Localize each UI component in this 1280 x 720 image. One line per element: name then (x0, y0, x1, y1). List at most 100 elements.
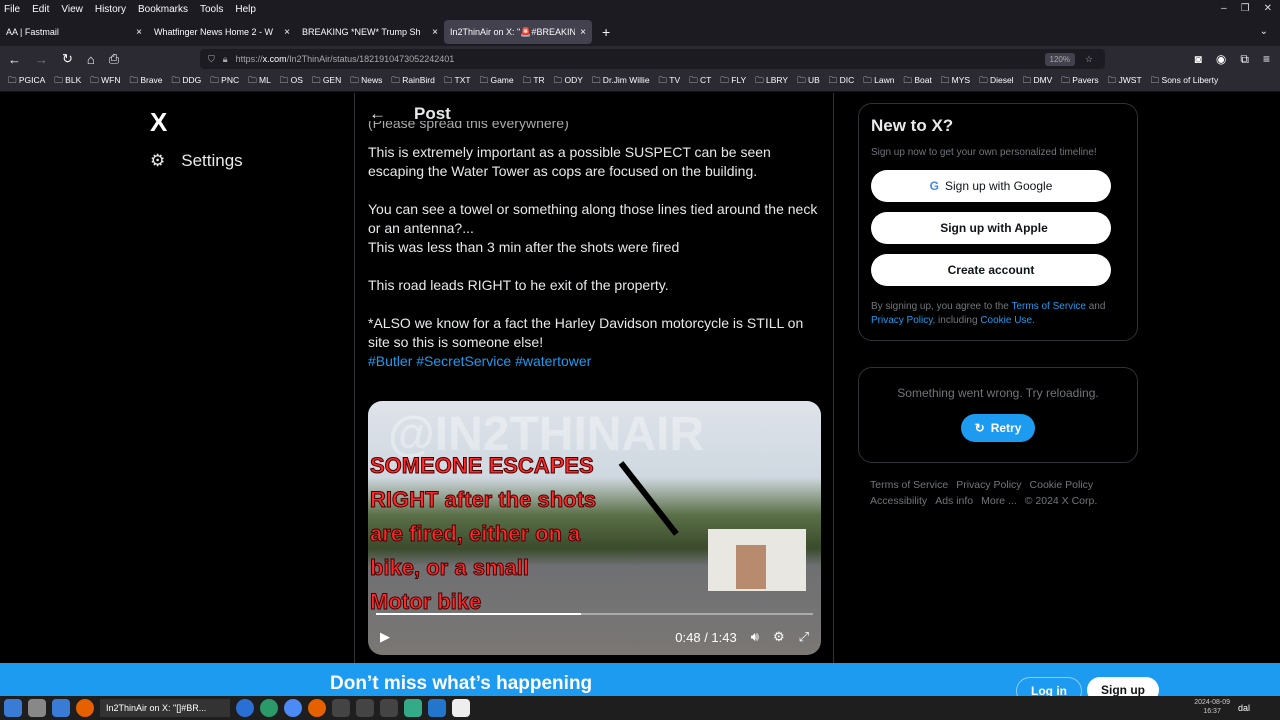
pocket-icon[interactable]: ◙ (1195, 52, 1202, 67)
bookmark-item[interactable]: 🗀 Game (480, 75, 514, 89)
volume-icon[interactable]: 🔊︎ (751, 629, 759, 645)
tab-fastmail[interactable]: AA | Fastmail × (0, 20, 148, 44)
settings-link[interactable]: ⚙ Settings (150, 151, 243, 171)
hashtag-link[interactable]: #SecretService (416, 353, 511, 369)
bookmark-item[interactable]: 🗀 ODY (554, 75, 583, 89)
footer-link[interactable]: Terms of Service (870, 479, 948, 491)
bookmark-item[interactable]: 🗀 OS (280, 75, 303, 89)
launcher-icon[interactable] (260, 699, 278, 717)
bookmark-item[interactable]: 🗀 CT (689, 75, 711, 89)
bookmark-item[interactable]: 🗀 DDG (172, 75, 202, 89)
bookmark-item[interactable]: 🗀 MYS (941, 75, 970, 89)
forward-icon[interactable]: → (35, 52, 48, 67)
close-icon[interactable]: ✕ (1264, 3, 1272, 14)
files-icon[interactable] (28, 699, 46, 717)
firefox-icon[interactable] (308, 699, 326, 717)
hashtag-link[interactable]: #watertower (515, 353, 591, 369)
signup-apple-button[interactable]: Sign up with Apple (871, 212, 1111, 244)
bookmark-item[interactable]: 🗀 PGICA (8, 75, 45, 89)
video-player[interactable]: @IN2THINAIR SOMEONE ESCAPES RIGHT after t… (368, 401, 821, 655)
bookmark-item[interactable]: 🗀 GEN (312, 75, 341, 89)
launcher-icon[interactable] (404, 699, 422, 717)
terminal-icon[interactable] (332, 699, 350, 717)
menu-edit[interactable]: Edit (32, 4, 49, 15)
menu-bookmarks[interactable]: Bookmarks (138, 4, 188, 15)
bookmark-item[interactable]: 🗀 TR (523, 75, 545, 89)
close-tab-icon[interactable]: × (136, 27, 142, 38)
bookmark-item[interactable]: 🗀 LBRY (755, 75, 788, 89)
new-tab-icon[interactable]: + (602, 24, 610, 40)
close-tab-icon[interactable]: × (284, 27, 290, 38)
shield-icon[interactable]: ⛉ (208, 54, 215, 65)
save-icon[interactable]: ⎙ (109, 51, 119, 67)
zoom-level[interactable]: 120% (1044, 52, 1075, 66)
bookmark-item[interactable]: 🗀 News (350, 75, 382, 89)
editor-icon[interactable] (452, 699, 470, 717)
menu-help[interactable]: Help (235, 4, 256, 15)
bookmark-item[interactable]: 🗀 PNC (210, 75, 239, 89)
menu-file[interactable]: File (4, 4, 20, 15)
privacy-link[interactable]: Privacy Policy (871, 315, 933, 326)
menu-icon[interactable]: ≡ (1263, 52, 1270, 67)
search-icon[interactable] (428, 699, 446, 717)
fullscreen-icon[interactable]: ⤢ (799, 629, 809, 645)
menu-tools[interactable]: Tools (200, 4, 223, 15)
play-icon[interactable]: ▶ (380, 629, 390, 645)
bookmark-item[interactable]: 🗀 Pavers (1061, 75, 1098, 89)
terminal-icon[interactable] (380, 699, 398, 717)
bookmark-item[interactable]: 🗀 TV (659, 75, 681, 89)
bookmark-item[interactable]: 🗀 WFN (90, 75, 120, 89)
close-tab-icon[interactable]: × (580, 27, 586, 38)
bookmark-item[interactable]: 🗀 Boat (903, 75, 931, 89)
bookmark-item[interactable]: 🗀 RainBird (391, 75, 434, 89)
bookmark-item[interactable]: 🗀 Brave (129, 75, 162, 89)
bookmark-item[interactable]: 🗀 TXT (444, 75, 471, 89)
desktop-icon[interactable] (52, 699, 70, 717)
close-tab-icon[interactable]: × (432, 27, 438, 38)
start-menu-icon[interactable] (4, 699, 22, 717)
tos-link[interactable]: Terms of Service (1011, 301, 1085, 312)
bookmark-item[interactable]: 🗀 DIC (829, 75, 855, 89)
bookmark-star-icon[interactable]: ☆ (1085, 54, 1093, 65)
create-account-button[interactable]: Create account (871, 254, 1111, 286)
tab-breaking[interactable]: BREAKING *NEW* Trump Sh × (296, 20, 444, 44)
retry-button[interactable]: ↻ Retry (960, 414, 1036, 442)
list-tabs-icon[interactable]: ⌄ (1260, 26, 1268, 37)
clock[interactable]: 2024-08-09 16:37 (1194, 698, 1230, 716)
cookie-link[interactable]: Cookie Use (980, 315, 1032, 326)
bookmark-item[interactable]: 🗀 Lawn (863, 75, 894, 89)
footer-link[interactable]: Accessibility (870, 495, 927, 507)
menu-view[interactable]: View (61, 4, 83, 15)
settings-icon[interactable]: ⚙ (773, 629, 785, 645)
reload-icon[interactable]: ↻ (62, 51, 73, 67)
bookmark-item[interactable]: 🗀 Sons of Liberty (1151, 75, 1219, 89)
footer-link[interactable]: Privacy Policy (956, 479, 1021, 491)
hashtag-link[interactable]: #Butler (368, 353, 412, 369)
launcher-icon[interactable] (236, 699, 254, 717)
bookmark-item[interactable]: 🗀 BLK (54, 75, 81, 89)
tab-x-post[interactable]: In2ThinAir on X: "🚨#BREAKIN × (444, 20, 592, 44)
maximize-icon[interactable]: ❐ (1241, 3, 1250, 14)
taskbar-window[interactable]: In2ThinAir on X: "[]#BR... (100, 699, 230, 717)
extensions-icon[interactable]: ⧉ (1240, 52, 1249, 67)
menu-history[interactable]: History (95, 4, 126, 15)
video-progress-bar[interactable] (376, 613, 813, 615)
footer-link[interactable]: Ads info (935, 495, 973, 507)
chrome-icon[interactable] (284, 699, 302, 717)
url-bar[interactable]: ⛉ 🔒︎ https://x.com/In2ThinAir/status/1821… (200, 49, 1105, 69)
bookmark-item[interactable]: 🗀 FLY (720, 75, 746, 89)
bookmark-item[interactable]: 🗀 UB (797, 75, 820, 89)
account-icon[interactable]: ◉ (1216, 52, 1226, 67)
tab-whatfinger[interactable]: Whatfinger News Home 2 - W × (148, 20, 296, 44)
bookmark-item[interactable]: 🗀 Dr.Jim Willie (592, 75, 650, 89)
bookmark-item[interactable]: 🗀 ML (248, 75, 271, 89)
minimize-icon[interactable]: – (1221, 3, 1227, 14)
footer-link[interactable]: More ... (981, 495, 1017, 507)
signup-google-button[interactable]: G Sign up with Google (871, 170, 1111, 202)
footer-link[interactable]: Cookie Policy (1030, 479, 1094, 491)
bookmark-item[interactable]: 🗀 DMV (1023, 75, 1053, 89)
bookmark-item[interactable]: 🗀 Diesel (979, 75, 1013, 89)
lock-icon[interactable]: 🔒︎ (223, 54, 228, 65)
bookmark-item[interactable]: 🗀 JWST (1108, 75, 1142, 89)
home-icon[interactable]: ⌂ (87, 52, 95, 67)
